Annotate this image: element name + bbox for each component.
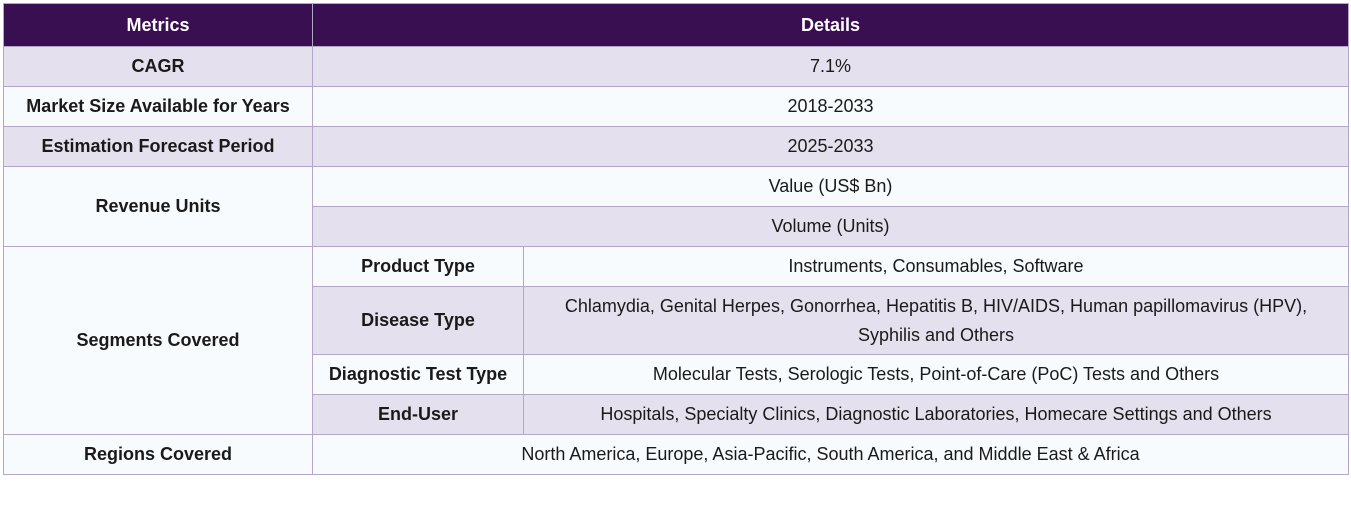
table-row-cagr: CAGR 7.1% (3, 46, 1349, 87)
regions-value: North America, Europe, Asia-Pacific, Sou… (312, 434, 1349, 475)
table-row-market-size: Market Size Available for Years 2018-203… (3, 86, 1349, 127)
revenue-units-value: Value (US$ Bn) (312, 166, 1349, 207)
segment-value: Instruments, Consumables, Software (523, 246, 1349, 287)
market-size-label: Market Size Available for Years (3, 86, 313, 127)
table-row-segment-product: Segments Covered Product Type Instrument… (3, 246, 1349, 435)
segment-name: Diagnostic Test Type (312, 354, 524, 395)
segments-label: Segments Covered (3, 246, 313, 435)
forecast-label: Estimation Forecast Period (3, 126, 313, 167)
segment-name: Product Type (312, 246, 524, 287)
segment-value: Molecular Tests, Serologic Tests, Point-… (523, 354, 1349, 395)
details-column-header: Details (312, 3, 1349, 47)
forecast-value: 2025-2033 (312, 126, 1349, 167)
cagr-value: 7.1% (312, 46, 1349, 87)
regions-label: Regions Covered (3, 434, 313, 475)
segment-value: Chlamydia, Genital Herpes, Gonorrhea, He… (523, 286, 1349, 355)
table-row-forecast: Estimation Forecast Period 2025-2033 (3, 126, 1349, 167)
market-size-value: 2018-2033 (312, 86, 1349, 127)
segment-name: End-User (312, 394, 524, 435)
metrics-column-header: Metrics (3, 3, 313, 47)
revenue-units-volume: Volume (Units) (312, 206, 1349, 247)
segment-name: Disease Type (312, 286, 524, 355)
revenue-units-label: Revenue Units (3, 166, 313, 247)
cagr-label: CAGR (3, 46, 313, 87)
segment-value: Hospitals, Specialty Clinics, Diagnostic… (523, 394, 1349, 435)
report-metrics-table: Metrics Details CAGR 7.1% Market Size Av… (3, 3, 1349, 475)
table-row-revenue-units: Revenue Units Value (US$ Bn) (3, 166, 1349, 247)
table-row-regions: Regions Covered North America, Europe, A… (3, 434, 1349, 475)
